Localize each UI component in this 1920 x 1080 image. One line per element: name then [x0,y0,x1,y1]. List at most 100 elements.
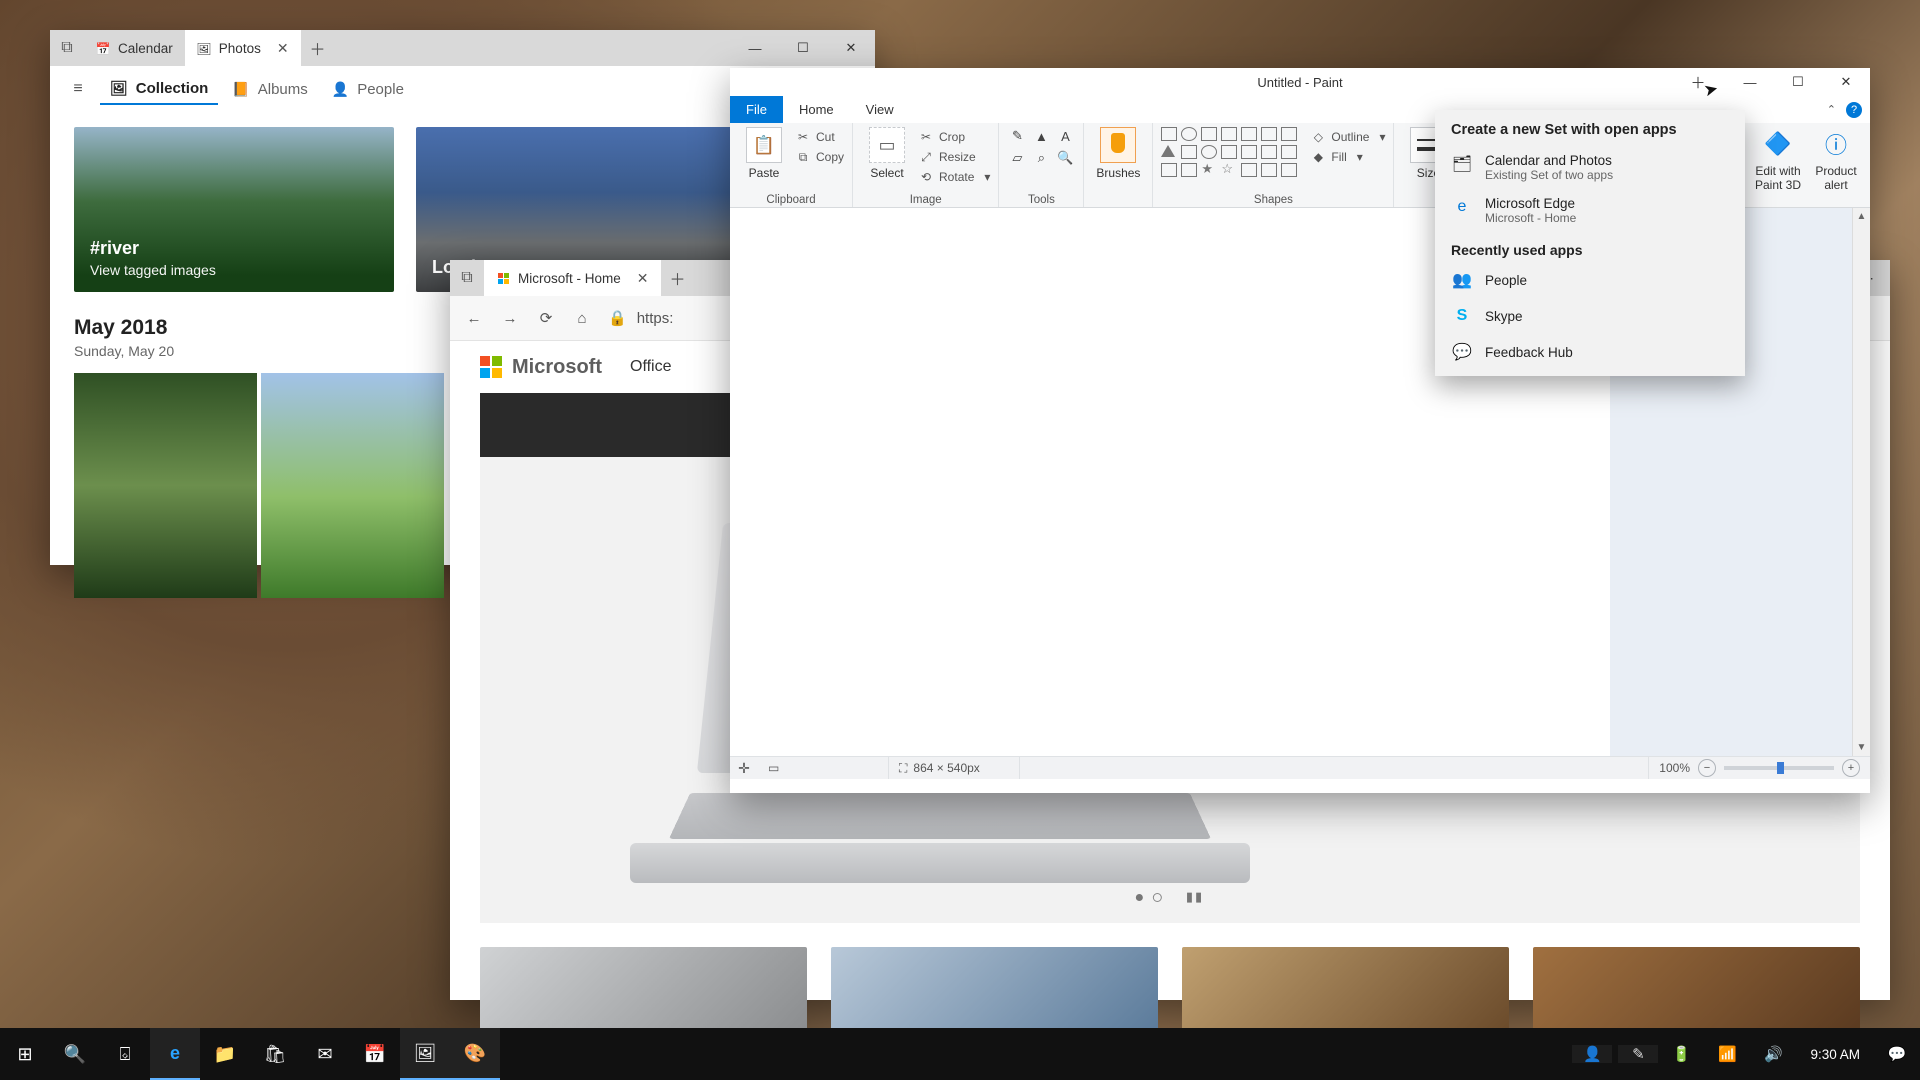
taskbar-mail-icon[interactable]: ✉ [300,1028,350,1080]
resize-button[interactable]: ⤢Resize [919,147,990,167]
promo-tile[interactable] [1533,947,1860,1037]
hamburger-menu-icon[interactable]: ≡ [60,80,96,98]
close-icon[interactable]: ✕ [637,270,649,287]
taskbar-volume-icon[interactable]: 🔊 [1750,1045,1796,1063]
carousel-controls[interactable]: ▮▮ [1136,889,1204,905]
promo-tile[interactable] [831,947,1158,1037]
rotate-label: Rotate [939,170,974,184]
sets-item-label: Microsoft Edge [1485,196,1576,211]
ribbon-tab-home[interactable]: Home [783,96,850,123]
new-tab-button[interactable]: ＋ [661,260,695,296]
home-icon[interactable]: ⌂ [572,310,592,327]
forward-icon[interactable]: → [500,310,520,327]
microsoft-logo[interactable]: Microsoft [480,356,602,379]
picker-tool-icon[interactable]: ⌕ [1031,149,1051,167]
text-tool-icon[interactable]: A [1055,127,1075,145]
taskbar-ink-icon[interactable]: ✎ [1618,1045,1658,1063]
shape-outline-button[interactable]: ◇Outline▾ [1311,127,1385,147]
taskbar-battery-icon[interactable]: 🔋 [1658,1045,1704,1063]
url-text: https: [637,310,674,327]
ribbon-tab-view[interactable]: View [850,96,910,123]
vertical-scrollbar[interactable]: ▲ ▼ [1852,208,1870,756]
minimize-button[interactable]: — [731,30,779,66]
taskbar-store-icon[interactable]: 🛍 [250,1028,300,1080]
back-icon[interactable]: ← [464,310,484,327]
magnifier-tool-icon[interactable]: 🔍 [1055,149,1075,167]
sets-item-calendar-photos[interactable]: 🗂 Calendar and Photos Existing Set of tw… [1435,146,1745,189]
shape-fill-button[interactable]: ◆Fill▾ [1311,147,1385,167]
close-window-button[interactable]: ✕ [1822,68,1870,96]
product-alert-button[interactable]: ⓘ Product alert [1810,127,1862,192]
crop-label: Crop [939,130,965,144]
zoom-out-button[interactable]: − [1698,759,1716,777]
taskbar-edge-icon[interactable]: e [150,1028,200,1080]
minimize-button[interactable]: — [1726,68,1774,96]
close-icon[interactable]: ✕ [277,40,289,57]
hero-card-river[interactable]: #river View tagged images [74,127,394,292]
tab-photos[interactable]: 🖼 Photos ✕ [185,30,301,66]
ms-nav-office[interactable]: Office [630,358,672,376]
edit-3d-button[interactable]: 🔷 Edit with Paint 3D [1752,127,1804,192]
taskbar-explorer-icon[interactable]: 📁 [200,1028,250,1080]
promo-tile[interactable] [480,947,807,1037]
zoom-in-button[interactable]: + [1842,759,1860,777]
select-button[interactable]: ▭ Select [861,127,913,180]
zoom-slider[interactable] [1724,766,1834,770]
edit3d-l2: Paint 3D [1755,178,1801,192]
close-window-button[interactable]: ✕ [827,30,875,66]
taskbar-calendar-icon[interactable]: 📅 [350,1028,400,1080]
taskbar-search-icon[interactable]: 🔍 [50,1028,100,1080]
zoom-control[interactable]: 100% − + [1649,759,1870,777]
tab-ms-home[interactable]: Microsoft - Home ✕ [484,260,661,296]
pencil-tool-icon[interactable]: ✎ [1007,127,1027,145]
canvas-size-text: 864 × 540px [913,761,979,775]
nav-collection-label: Collection [136,80,209,97]
shape-palette[interactable]: ★☆ [1161,127,1297,177]
tab-calendar[interactable]: 📅 Calendar [84,30,185,66]
help-icon[interactable]: ? [1846,102,1862,118]
action-center-icon[interactable]: 💬 [1874,1045,1920,1063]
paint-titlebar: Untitled - Paint ＋ ➤ — ☐ ✕ [730,68,1870,96]
carousel-dot[interactable] [1153,893,1162,902]
nav-albums[interactable]: 📙 Albums [222,75,317,104]
maximize-button[interactable]: ☐ [779,30,827,66]
resize-label: Resize [939,150,976,164]
sets-recent-feedback[interactable]: 💬 Feedback Hub [1435,334,1745,370]
previous-tabs-icon[interactable]: ⧉ [450,260,484,296]
paint-status-bar: ✛ ▭ ⛶864 × 540px 100% − + [730,756,1870,779]
nav-collection[interactable]: 🖼 Collection [100,74,218,105]
taskbar-paint-icon[interactable]: 🎨 [450,1028,500,1080]
sets-recent-skype[interactable]: S Skype [1435,298,1745,334]
photo-thumbnail[interactable] [261,373,444,598]
new-tab-button[interactable]: ＋ [301,30,335,66]
collapse-ribbon-icon[interactable]: ⌃ [1827,103,1836,116]
refresh-icon[interactable]: ⟳ [536,309,556,327]
promo-tile[interactable] [1182,947,1509,1037]
scroll-down-icon[interactable]: ▼ [1853,739,1870,756]
previous-tabs-icon[interactable]: ⧉ [50,30,84,66]
fill-tool-icon[interactable]: ▲ [1031,127,1051,145]
taskbar-photos-icon[interactable]: 🖼 [400,1028,450,1080]
nav-people[interactable]: 👤 People [322,75,414,104]
taskbar-wifi-icon[interactable]: 📶 [1704,1045,1750,1063]
eraser-tool-icon[interactable]: ▱ [1007,149,1027,167]
scroll-up-icon[interactable]: ▲ [1853,208,1870,225]
ribbon-tab-file[interactable]: File [730,96,783,123]
carousel-pause-icon[interactable]: ▮▮ [1186,889,1204,905]
sets-item-edge[interactable]: e Microsoft Edge Microsoft - Home [1435,189,1745,232]
maximize-button[interactable]: ☐ [1774,68,1822,96]
taskbar-people-icon[interactable]: 👤 [1572,1045,1612,1063]
taskbar-clock[interactable]: 9:30 AM [1796,1047,1874,1062]
crop-button[interactable]: ✂Crop [919,127,990,147]
carousel-dot[interactable] [1136,894,1143,901]
status-canvas-size: ⛶864 × 540px [889,757,1020,779]
task-view-icon[interactable]: ⌺ [100,1028,150,1080]
cut-button[interactable]: ✂Cut [796,127,844,147]
rotate-button[interactable]: ⟲Rotate▾ [919,167,990,187]
sets-recent-people[interactable]: 👥 People [1435,262,1745,298]
copy-button[interactable]: ⧉Copy [796,147,844,167]
start-button[interactable]: ⊞ [0,1028,50,1080]
photo-thumbnail[interactable] [74,373,257,598]
brushes-button[interactable]: Brushes [1092,127,1144,180]
paste-button[interactable]: 📋 Paste [738,127,790,180]
